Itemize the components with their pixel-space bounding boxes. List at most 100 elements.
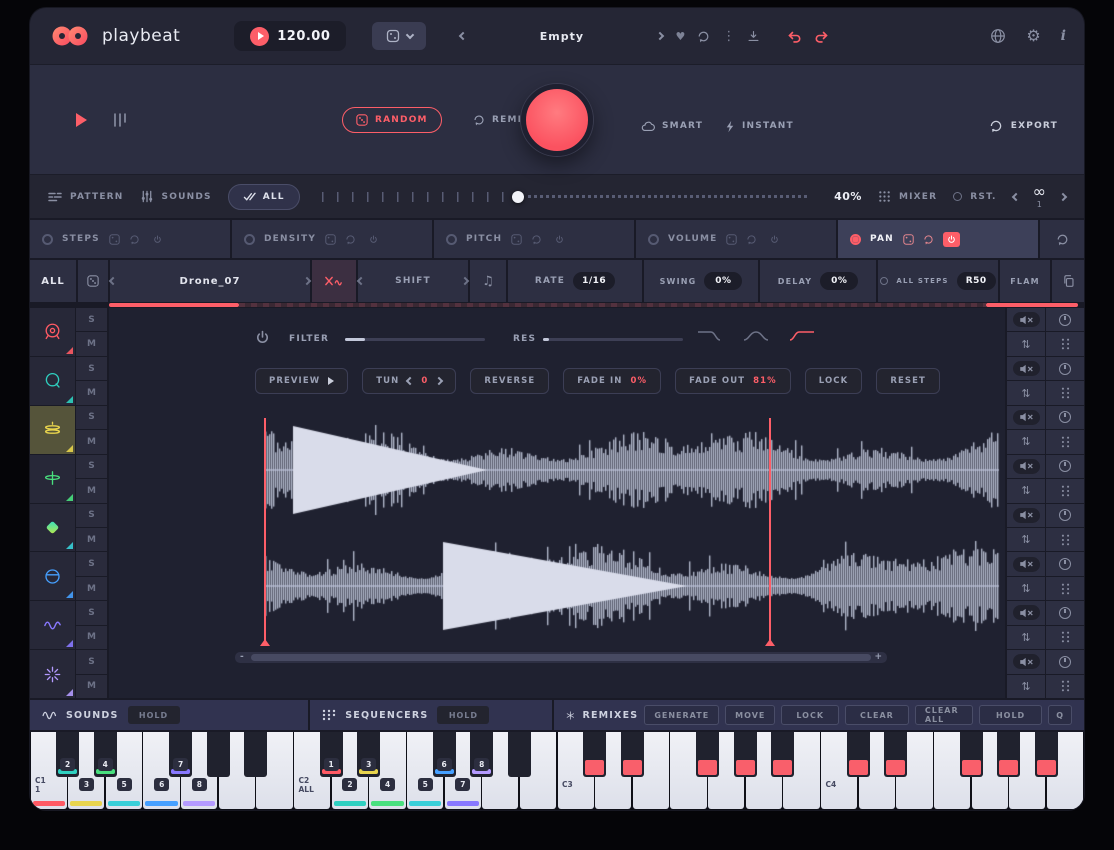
key-fs3[interactable] [696,732,719,777]
pitch-loop-icon[interactable] [531,234,542,245]
preset-prev-button[interactable] [459,32,467,40]
track-shift-arrows-tom[interactable]: ⇅ [1007,577,1045,600]
shift-right-button[interactable] [461,277,469,285]
key-gs3[interactable] [734,732,757,777]
key-as2[interactable] [508,732,531,777]
key-gs1[interactable] [207,732,230,777]
track-drag-handle-snare[interactable] [1046,381,1084,404]
all-steps-value[interactable]: R50 [957,272,996,290]
track-expand-corner[interactable] [66,591,73,598]
track-knob-tom[interactable] [1046,552,1084,575]
track-select-snare[interactable] [30,357,75,405]
track-select-wave[interactable] [30,601,75,649]
clear-button[interactable]: CLEAR [845,705,909,725]
mixer-button[interactable]: MIXER [878,190,937,203]
key-ds3[interactable] [621,732,644,777]
track-select-snap[interactable] [30,650,75,698]
export-button[interactable]: EXPORT [989,113,1058,139]
delay-control[interactable]: DELAY 0% [760,260,876,302]
rate-control[interactable]: RATE 1/16 [508,260,642,302]
scrollbar-handle[interactable] [251,654,871,661]
fade-out-control[interactable]: FADE OUT 81% [675,368,791,394]
page-prev-button[interactable] [1011,192,1019,200]
pitch-radio[interactable] [446,234,457,245]
track-knob-kick[interactable] [1046,308,1084,331]
track-expand-corner[interactable] [66,347,73,354]
sequencers-hold-button[interactable]: HOLD [437,706,489,724]
pitch-power-icon[interactable] [551,232,568,247]
solo-button-wave[interactable]: S [76,601,107,624]
bandpass-filter-icon[interactable] [743,328,769,342]
track-expand-corner[interactable] [66,542,73,549]
key-cs3[interactable] [583,732,606,777]
rate-value[interactable]: 1/16 [573,272,615,290]
track-shift-arrows-snare[interactable]: ⇅ [1007,381,1045,404]
waveform-scrollbar[interactable]: - + [235,652,887,663]
solo-button-tom[interactable]: S [76,552,107,575]
reverse-button[interactable]: REVERSE [470,368,549,394]
mute-button-wave[interactable]: M [76,626,107,649]
highpass-filter-icon[interactable] [789,328,815,342]
smart-button[interactable]: SMART [628,113,716,139]
preset-name[interactable]: Empty [478,30,645,43]
preset-next-button[interactable] [656,32,664,40]
res-slider[interactable] [543,338,683,341]
track-knob-hihat-closed[interactable] [1046,406,1084,429]
volume-dice-icon[interactable] [726,234,737,245]
track-mute-speaker-hihat-open[interactable] [1007,455,1045,478]
quantize-button[interactable]: Q [1048,705,1072,725]
piano-roll-icon[interactable] [112,112,130,128]
reload-preset-icon[interactable] [697,30,710,43]
filter-power-icon[interactable] [255,330,270,345]
sample-end-marker[interactable] [769,418,771,644]
loop-region-end[interactable] [986,303,1078,307]
tab-density[interactable]: DENSITY [232,220,432,258]
track-shift-arrows-kick[interactable]: ⇅ [1007,332,1045,355]
play-button[interactable] [76,113,87,127]
info-icon[interactable]: i [1061,28,1066,44]
track-shift-arrows-shaker[interactable]: ⇅ [1007,528,1045,551]
copy-button[interactable] [1052,260,1084,302]
reset-button[interactable]: RESET [876,368,940,394]
tab-pattern[interactable]: PATTERN [48,191,124,203]
steps-radio[interactable] [42,234,53,245]
track-shift-arrows-wave[interactable]: ⇅ [1007,626,1045,649]
zoom-out-button[interactable]: - [240,652,244,663]
solo-button-kick[interactable]: S [76,308,107,331]
start-marker-handle[interactable] [260,639,270,646]
bpm-value[interactable]: 120.00 [277,29,330,44]
waveform-canvas[interactable] [229,414,1001,644]
reset-button[interactable]: RST. [953,192,996,202]
key-as3[interactable] [771,732,794,777]
waveform-display[interactable] [229,414,1001,644]
tab-pan[interactable]: PAN [838,220,1038,258]
sounds-hold-button[interactable]: HOLD [128,706,180,724]
preview-button[interactable]: PREVIEW [255,368,348,394]
track-expand-corner[interactable] [66,494,73,501]
favorite-heart-icon[interactable]: ♥ [675,31,685,42]
density-power-icon[interactable] [365,232,382,247]
track-knob-wave[interactable] [1046,601,1084,624]
key-fs4[interactable] [960,732,983,777]
track-mute-speaker-snare[interactable] [1007,357,1045,380]
track-drag-handle-tom[interactable] [1046,577,1084,600]
sample-selector[interactable]: Drone_07 [110,260,310,302]
volume-loop-icon[interactable] [746,234,757,245]
track-drag-handle-hihat-closed[interactable] [1046,430,1084,453]
remix-lock-button[interactable]: LOCK [781,705,839,725]
pan-loop-icon[interactable] [923,234,934,245]
shift-left-button[interactable] [357,277,365,285]
pan-radio[interactable] [850,234,861,245]
global-loop-button[interactable] [1040,220,1084,258]
key-as4[interactable] [1035,732,1058,777]
redo-icon[interactable] [814,29,830,43]
tab-sounds[interactable]: SOUNDS [140,190,212,203]
save-download-icon[interactable] [747,30,760,43]
sample-dice-button[interactable] [78,260,108,302]
volume-power-icon[interactable] [766,232,783,247]
track-mute-speaker-wave[interactable] [1007,601,1045,624]
steps-power-icon[interactable] [149,232,166,247]
exclude-sample-button[interactable] [312,260,356,302]
solo-button-snap[interactable]: S [76,650,107,673]
bpm-play-icon[interactable] [250,27,269,46]
